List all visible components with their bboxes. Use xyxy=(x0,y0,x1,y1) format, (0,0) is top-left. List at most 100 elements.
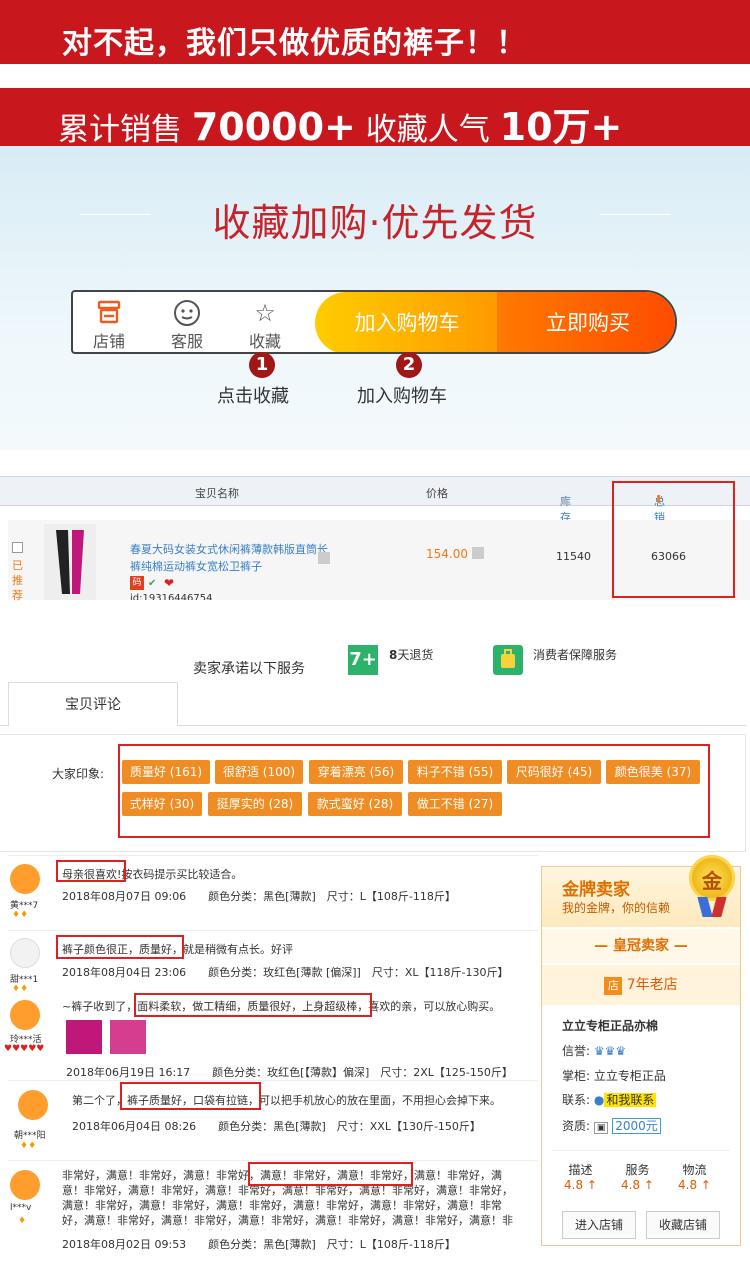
shop-button[interactable]: 店铺 xyxy=(79,298,139,352)
product-thumbnail[interactable] xyxy=(44,524,96,600)
step-label: 加入购物车 xyxy=(357,386,447,407)
qualification-row: 资质: ▣ 2000元 xyxy=(562,1117,661,1134)
avatar xyxy=(10,1170,40,1200)
rating-row: 信誉: ♛♛♛ xyxy=(562,1042,626,1059)
score-label: 物流 xyxy=(682,1163,707,1177)
score-value-row: 4.8 ↑ xyxy=(564,1178,597,1192)
service-heading: 卖家承诺以下服务 xyxy=(193,661,305,677)
review-photo[interactable] xyxy=(110,1020,146,1054)
size-badge: 码 xyxy=(130,576,144,590)
guarantee-icon xyxy=(493,645,523,675)
price-value: 154.00 xyxy=(426,547,468,561)
gold-seller-subtitle: 我的金牌，你的信赖 xyxy=(562,901,671,915)
col-price: 价格 xyxy=(426,487,448,500)
avatar xyxy=(10,864,40,894)
edit-price-icon[interactable] xyxy=(472,547,484,559)
arrow-up-icon: ↑ xyxy=(700,1178,711,1192)
contact-label: 联系: xyxy=(562,1093,591,1107)
review-text: 母亲很喜欢!按衣码提示买比较适合。 xyxy=(62,866,532,882)
favorites-label: 收藏人气 xyxy=(355,112,500,148)
favorite-button[interactable]: ☆ 收藏 xyxy=(235,298,295,352)
col-name: 宝贝名称 xyxy=(195,487,239,500)
store-icon xyxy=(79,298,139,328)
score-item: 描述 4.8 ↑ xyxy=(564,1161,597,1192)
refund-label: 8天退货 xyxy=(389,646,433,663)
review-meta: 2018年08月07日 09:06 颜色分类：黑色[薄款] 尺寸：L【108斤-… xyxy=(62,890,456,903)
level-icon: ♥♥♥♥♥ xyxy=(4,1044,45,1054)
level-icon: ♦♦ xyxy=(12,984,29,994)
divider xyxy=(8,855,538,856)
review-pre: ~裤子收到了， xyxy=(62,1000,138,1013)
reviewer-name: l***v xyxy=(10,1203,32,1213)
review-photo[interactable] xyxy=(66,1020,102,1054)
store-age-label: 7年老店 xyxy=(626,977,678,993)
arrow-up-icon: ↑ xyxy=(643,1178,654,1192)
divider xyxy=(8,1160,538,1161)
arrow-up-icon: ↑ xyxy=(586,1178,597,1192)
level-icon: ♦ xyxy=(18,1216,27,1226)
highlight-box xyxy=(56,860,126,882)
sales-label: 累计销售 xyxy=(58,112,192,148)
score-value: 4.8 xyxy=(678,1178,698,1192)
score-label: 描述 xyxy=(568,1163,593,1177)
sort-up-icon: ▲ xyxy=(560,493,569,506)
impression-label: 大家印象: xyxy=(52,767,105,781)
highlight-box xyxy=(612,481,735,598)
step-label: 点击收藏 xyxy=(217,386,289,407)
score-value-row: 4.8 ↑ xyxy=(678,1178,711,1192)
favorites-count: 10万+ xyxy=(499,105,623,149)
reviewer-name: 朝***阳 xyxy=(14,1131,46,1141)
qualification-label: 资质: xyxy=(562,1119,591,1133)
highlight-box xyxy=(248,1162,413,1186)
score-label: 服务 xyxy=(625,1163,650,1177)
refund-text: 天退货 xyxy=(397,648,434,662)
tab-reviews[interactable]: 宝贝评论 xyxy=(8,682,178,726)
favorite-promo: 收藏加购·优先发货 店铺 客服 ☆ 收藏 加入购物车 立即购买 1 点击收藏 2… xyxy=(0,146,750,450)
buy-now-button[interactable]: 立即购买 xyxy=(497,292,675,352)
top-banner-text: 对不起，我们只做优质的裤子！！ xyxy=(62,26,527,61)
stock-value: 11540 xyxy=(556,550,591,563)
star-icon: ☆ xyxy=(254,299,276,327)
chat-face-icon xyxy=(157,298,217,328)
score-value-row: 4.8 ↑ xyxy=(621,1178,654,1192)
enter-shop-button[interactable]: 进入店铺 xyxy=(562,1211,636,1239)
top-banner: 对不起，我们只做优质的裤子！！ xyxy=(0,0,750,64)
review-rest: 按衣码提示买比较适合。 xyxy=(121,868,243,881)
step-number: 1 xyxy=(249,352,275,378)
review-pre: 非常好，满意！非常好，满意！非常好， xyxy=(62,1169,260,1182)
product-title-link[interactable]: 春夏大码女装女式休闲裤薄款韩版直筒长裤纯棉运动裤女宽松卫裤子 xyxy=(130,541,338,575)
action-bar: 店铺 客服 ☆ 收藏 加入购物车 立即购买 xyxy=(71,290,677,354)
shop-name[interactable]: 立立专柜正品亦棉 xyxy=(562,1017,658,1034)
review-meta: 2018年08月04日 23:06 颜色分类：玫红色[薄款 [偏深]] 尺寸：X… xyxy=(62,966,509,979)
review-rest: 就是稍微有点长。好评 xyxy=(183,943,293,956)
highlight-box xyxy=(118,744,710,838)
service-button[interactable]: 客服 xyxy=(157,298,217,352)
keeper-row: 掌柜: 立立专柜正品 xyxy=(562,1067,666,1084)
level-icon: ♦♦ xyxy=(20,1141,37,1151)
keeper-label: 掌柜: xyxy=(562,1069,591,1083)
level-icon: ♦♦ xyxy=(12,910,29,920)
crown-seller-label: 皇冠卖家 xyxy=(613,938,669,954)
service-label: 客服 xyxy=(170,332,203,351)
add-to-cart-button[interactable]: 加入购物车 xyxy=(315,292,499,352)
shop-label: 店铺 xyxy=(92,332,125,351)
keeper-name[interactable]: 立立专柜正品 xyxy=(594,1069,666,1083)
recommend-label: 已推荐 xyxy=(12,559,23,602)
review-meta: 2018年06月04日 08:26 颜色分类：黑色[薄款] 尺寸：XXL【130… xyxy=(72,1120,481,1133)
step-number: 2 xyxy=(396,352,422,378)
review-pre: 第二个了， xyxy=(72,1094,127,1107)
promo-title: 收藏加购·优先发货 xyxy=(212,201,538,245)
divider xyxy=(8,930,538,931)
7day-return-icon: 7+ xyxy=(348,645,378,675)
store-age-icon: 店 xyxy=(604,977,623,995)
collect-shop-button[interactable]: 收藏店铺 xyxy=(646,1211,720,1239)
contact-button[interactable]: 和我联系 xyxy=(604,1093,657,1107)
seller-card: 金牌卖家 我的金牌，你的信赖 金 — 皇冠卖家 — 店 7年老店 立立专柜正品亦… xyxy=(541,855,741,1246)
avatar xyxy=(10,1000,40,1030)
id-card-icon: ▣ xyxy=(593,1122,609,1134)
store-age: 店 7年老店 xyxy=(542,965,740,1005)
row-checkbox[interactable] xyxy=(12,542,23,553)
crown-seller-banner: — 皇冠卖家 — xyxy=(542,929,740,963)
edit-icon[interactable] xyxy=(318,552,330,564)
avatar xyxy=(18,1090,48,1120)
